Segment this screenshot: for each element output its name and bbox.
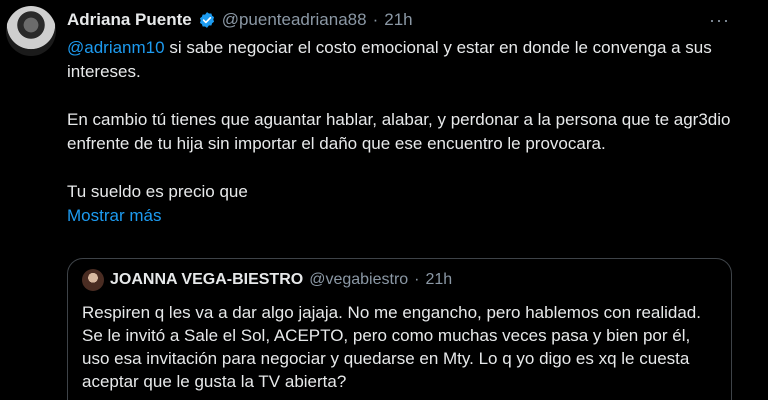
author-display-name[interactable]: Adriana Puente	[67, 10, 192, 30]
quoted-tweet-timestamp: 21h	[425, 271, 453, 288]
mention-link[interactable]: @adrianm10	[67, 38, 165, 57]
quoted-author-handle: @vegabiestro	[309, 271, 409, 288]
tweet-paragraph-1-text: si sabe negociar el costo emocional y es…	[67, 38, 712, 81]
author-avatar[interactable]	[6, 6, 56, 56]
separator-dot: ·	[372, 10, 379, 29]
author-handle[interactable]: @puenteadriana88	[222, 10, 367, 30]
tweet-body: @adrianm10 si sabe negociar el costo emo…	[67, 36, 737, 228]
quoted-tweet-text: Respiren q les va a dar algo jajaja. No …	[82, 303, 701, 391]
show-more-link[interactable]: Mostrar más	[67, 204, 737, 228]
verified-badge-icon	[199, 12, 214, 28]
tweet[interactable]: Adriana Puente @puenteadriana88 · 21h ··…	[0, 0, 768, 400]
tweet-header: Adriana Puente @puenteadriana88 · 21h	[67, 10, 413, 30]
tweet-paragraph-1: @adrianm10 si sabe negociar el costo emo…	[67, 36, 737, 84]
quoted-author-avatar	[82, 269, 104, 291]
quoted-separator-dot: ·	[414, 271, 420, 288]
tweet-timestamp[interactable]: 21h	[384, 10, 412, 30]
quoted-author-display-name: JOANNA VEGA-BIESTRO	[110, 271, 304, 288]
tweet-paragraph-2: En cambio tú tienes que aguantar hablar,…	[67, 110, 731, 153]
more-options-icon[interactable]: ···	[709, 10, 730, 31]
quoted-tweet[interactable]: JOANNA VEGA-BIESTRO @vegabiestro · 21h R…	[67, 258, 732, 400]
tweet-paragraph-3: Tu sueldo es precio que	[67, 182, 248, 201]
quoted-tweet-header: JOANNA VEGA-BIESTRO @vegabiestro · 21h	[82, 269, 717, 291]
